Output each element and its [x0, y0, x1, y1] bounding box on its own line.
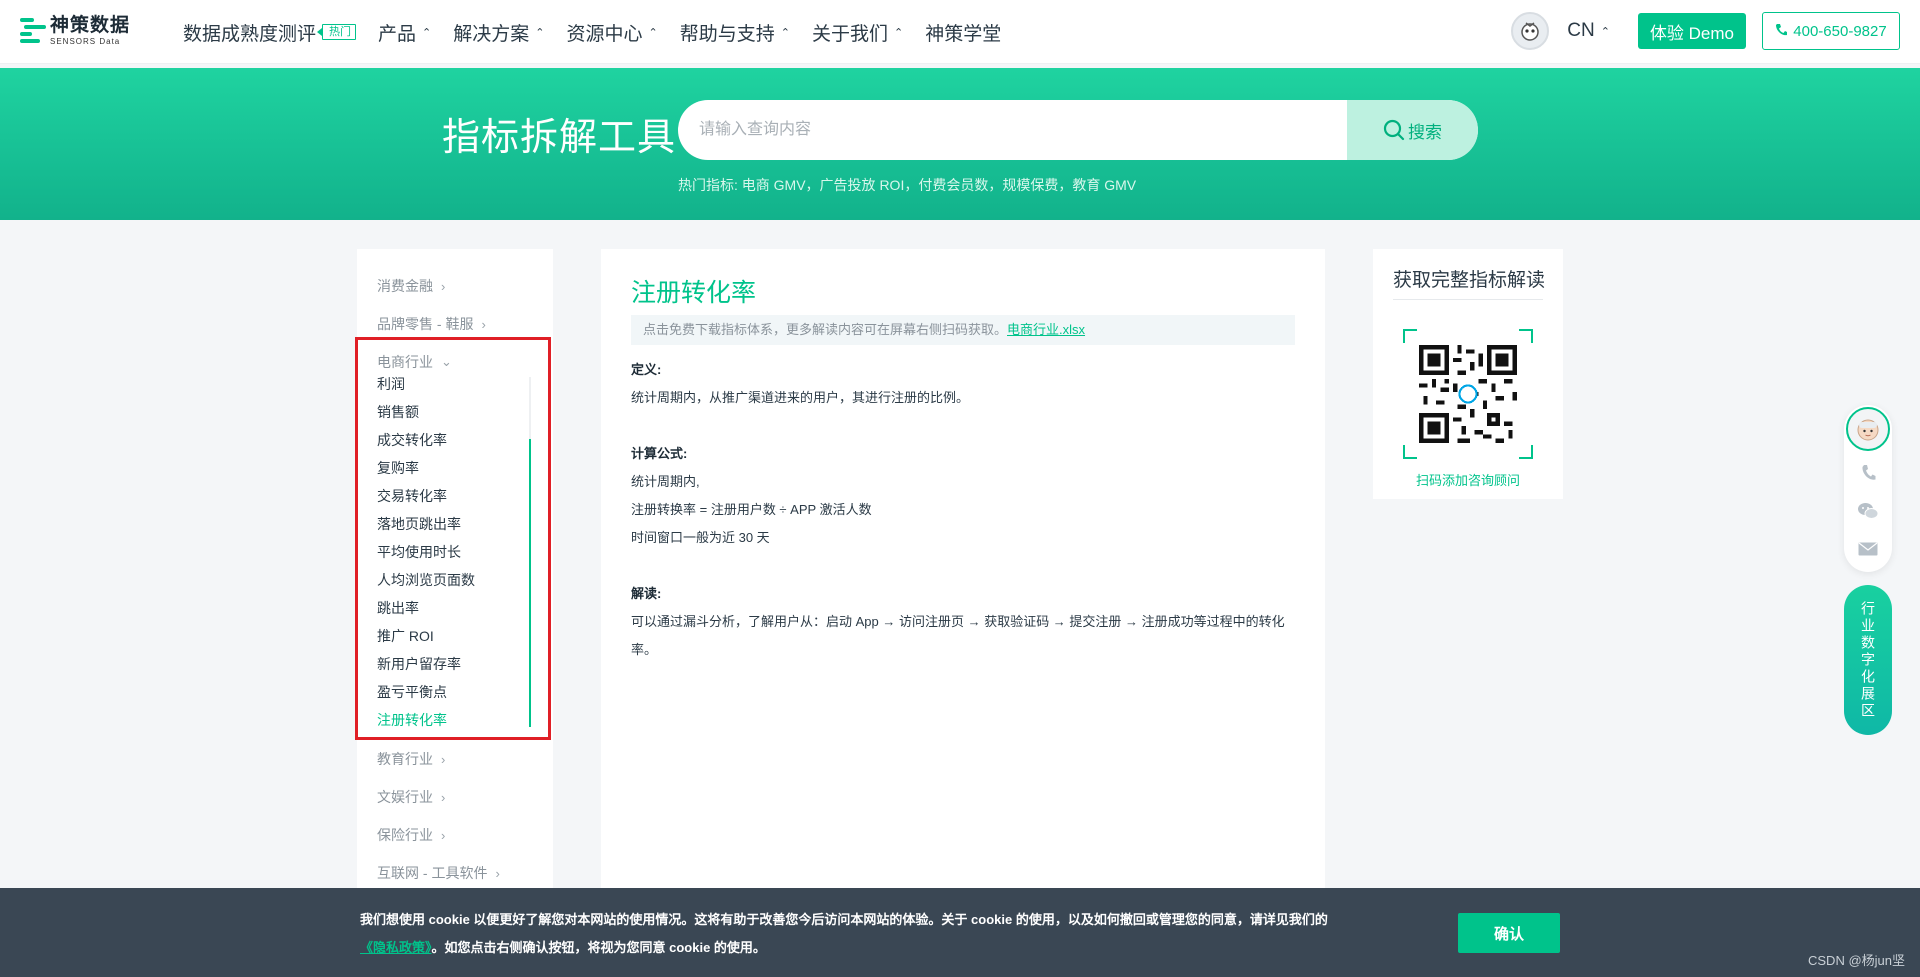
try-demo-button[interactable]: 体验 Demo [1637, 13, 1746, 49]
nav-label: 解决方案 [453, 23, 530, 45]
phone-icon [1775, 23, 1788, 40]
nav-item-resources[interactable]: 资源中心 ⌃ [566, 19, 657, 46]
phone-button[interactable]: 400-650-9827 [1762, 12, 1900, 50]
definition-text: 统计周期内，从推广渠道进来的用户，其进行注册的比例。 [631, 390, 970, 405]
interpretation-text: 可以通过漏斗分析，了解用户从：启动 App → 访问注册页 → 获取验证码 → … [631, 614, 1285, 657]
chevron-up-icon: ⌃ [893, 26, 904, 39]
definition-section: 定义: 统计周期内，从推广渠道进来的用户，其进行注册的比例。 [631, 356, 1295, 412]
nav-label: 产品 [378, 23, 417, 45]
industry-digital-zone-tab[interactable]: 行业数字化展区 [1844, 585, 1892, 735]
interpretation-section: 解读: 可以通过漏斗分析，了解用户从：启动 App → 访问注册页 → 获取验证… [631, 580, 1295, 664]
nav-item-academy[interactable]: 神策学堂 [925, 19, 1001, 46]
qr-frame [1403, 329, 1533, 459]
cookie-consent-bar: 我们想使用 cookie 以便更好了解您对本网站的使用情况。这将有助于改善您今后… [0, 888, 1920, 977]
hot-metrics-label: 热门指标: [678, 177, 738, 193]
chevron-up-icon: ⌃ [535, 26, 545, 39]
nav-item-products[interactable]: 产品 ⌃ [378, 19, 431, 46]
search-button[interactable]: 搜索 [1347, 100, 1478, 160]
chevron-right-icon: › [441, 827, 446, 843]
formula-line: 时间窗口一般为近 30 天 [631, 530, 770, 545]
qr-code-image [1415, 341, 1521, 447]
category-label: 品牌零售 - 鞋服 [377, 316, 474, 332]
annotation-highlight-box [355, 337, 551, 740]
hero-banner: 指标拆解工具 搜索 热门指标: 电商 GMV，广告投放 ROI，付费会员数，规模… [0, 68, 1920, 220]
category-education[interactable]: 教育行业 › [377, 749, 445, 769]
sensors-data-logo[interactable]: 神策数据 SENSORS Data [20, 16, 130, 46]
category-label: 文娱行业 [377, 789, 433, 805]
formula-line: 统计周期内, [631, 474, 700, 489]
site-header: 神策数据 SENSORS Data 数据成熟度测评 热门 产品 ⌃ 解决方案 ⌃… [0, 0, 1920, 64]
chevron-right-icon: › [495, 865, 500, 881]
category-label: 互联网 - 工具软件 [377, 865, 488, 881]
category-consumer-finance[interactable]: 消费金融 › [377, 276, 445, 296]
cookie-message: 我们想使用 cookie 以便更好了解您对本网站的使用情况。这将有助于改善您今后… [360, 906, 1400, 962]
search-input[interactable] [678, 100, 1347, 160]
logo-cn-text: 神策数据 [50, 15, 131, 36]
chevron-up-icon: ⌃ [1600, 25, 1610, 38]
language-label: CN [1567, 20, 1595, 41]
wechat-icon[interactable] [1856, 499, 1880, 523]
formula-label: 计算公式: [631, 446, 688, 461]
metric-detail-panel: 注册转化率 点击免费下载指标体系，更多解读内容可在屏幕右侧扫码获取。电商行业.x… [601, 249, 1325, 949]
hot-metrics-list[interactable]: 电商 GMV，广告投放 ROI，付费会员数，规模保费，教育 GMV [742, 177, 1136, 193]
chevron-right-icon: › [441, 789, 446, 805]
metric-title: 注册转化率 [631, 279, 757, 307]
interpretation-label: 解读: [631, 586, 662, 601]
download-xlsx-link[interactable]: 电商行业.xlsx [1007, 322, 1085, 337]
phone-icon[interactable] [1856, 461, 1880, 485]
nav-label: 资源中心 [566, 23, 643, 45]
logo-icon [20, 16, 46, 46]
nav-item-solutions[interactable]: 解决方案 ⌃ [453, 19, 544, 46]
search-icon [1383, 119, 1405, 141]
search-button-label: 搜索 [1408, 122, 1442, 142]
cookie-text-part1: 我们想使用 cookie 以便更好了解您对本网站的使用情况。这将有助于改善您今后… [360, 912, 1328, 927]
chevron-right-icon: › [481, 316, 486, 332]
privacy-policy-link[interactable]: 《隐私政策》 [360, 940, 432, 955]
chevron-up-icon: ⌃ [422, 26, 432, 39]
category-label: 保险行业 [377, 827, 433, 843]
category-label: 教育行业 [377, 751, 433, 767]
hot-badge: 热门 [317, 24, 357, 40]
category-entertainment[interactable]: 文娱行业 › [377, 787, 445, 807]
chevron-right-icon: › [441, 278, 446, 294]
floating-contact-panel [1844, 405, 1892, 572]
chevron-up-icon: ⌃ [780, 26, 790, 39]
qr-consultant-card: 获取完整指标解读 扫码添加咨询顾问 [1373, 249, 1563, 499]
formula-section: 计算公式: 统计周期内, 注册转换率 = 注册用户数 ÷ APP 激活人数 时间… [631, 440, 1295, 552]
download-notice: 点击免费下载指标体系，更多解读内容可在屏幕右侧扫码获取。电商行业.xlsx [631, 315, 1295, 345]
definition-label: 定义: [631, 362, 662, 377]
qr-card-title: 获取完整指标解读 [1393, 270, 1546, 291]
robot-avatar-icon[interactable] [1511, 12, 1550, 50]
search-box: 搜索 [678, 100, 1478, 160]
hot-metrics: 热门指标: 电商 GMV，广告投放 ROI，付费会员数，规模保费，教育 GMV [678, 175, 1136, 195]
language-switcher[interactable]: CN ⌃ [1567, 20, 1610, 42]
chevron-right-icon: › [441, 751, 446, 767]
nav-label: 神策学堂 [925, 23, 1002, 45]
qr-caption: 扫码添加咨询顾问 [1415, 473, 1520, 488]
nav-item-about[interactable]: 关于我们 ⌃ [812, 19, 903, 46]
nav-label: 帮助与支持 [679, 23, 775, 45]
chevron-up-icon: ⌃ [648, 26, 658, 39]
phone-number: 400-650-9827 [1793, 22, 1887, 40]
assistant-avatar-icon[interactable] [1846, 407, 1890, 451]
main-nav: 数据成熟度测评 热门 产品 ⌃ 解决方案 ⌃ 资源中心 ⌃ 帮助与支持 ⌃ 关于… [183, 0, 1023, 64]
csdn-watermark: CSDN @杨jun坚 [1808, 953, 1905, 968]
category-insurance[interactable]: 保险行业 › [377, 825, 445, 845]
cookie-text-part2: 。如您点击右侧确认按钮，将视为您同意 cookie 的使用。 [431, 940, 766, 955]
category-internet-tools[interactable]: 互联网 - 工具软件 › [377, 863, 500, 883]
nav-label: 数据成熟度测评 [183, 23, 317, 45]
page-title: 指标拆解工具 [442, 117, 677, 159]
nav-item-maturity[interactable]: 数据成熟度测评 热门 [183, 19, 357, 46]
nav-label: 关于我们 [811, 23, 888, 45]
nav-item-help[interactable]: 帮助与支持 ⌃ [680, 19, 790, 46]
logo-en-text: SENSORS Data [50, 37, 121, 46]
formula-line: 注册转换率 = 注册用户数 ÷ APP 激活人数 [631, 502, 872, 517]
cookie-confirm-button[interactable]: 确认 [1458, 913, 1560, 953]
category-label: 消费金融 [377, 278, 433, 294]
notice-text: 点击免费下载指标体系，更多解读内容可在屏幕右侧扫码获取。 [643, 322, 1008, 337]
mail-icon[interactable] [1856, 537, 1880, 561]
divider [1393, 299, 1543, 300]
category-brand-retail[interactable]: 品牌零售 - 鞋服 › [377, 314, 486, 334]
